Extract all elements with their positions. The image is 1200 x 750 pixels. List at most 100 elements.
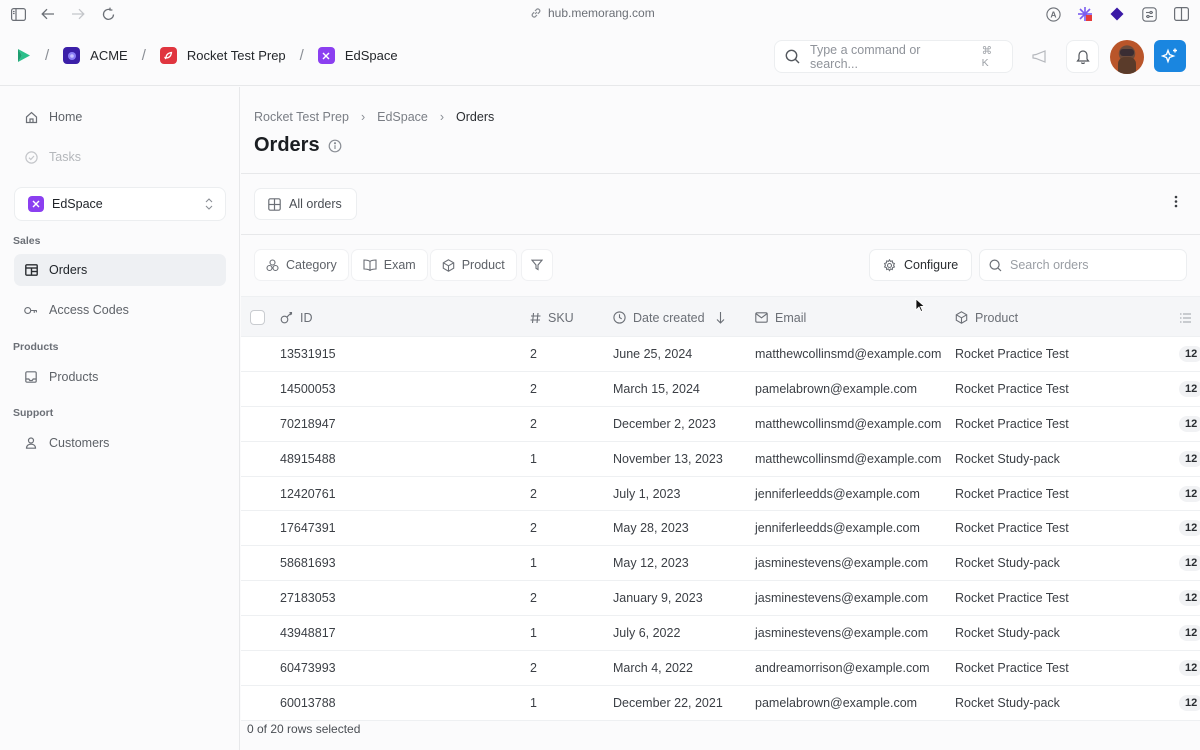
sidebar-item-products[interactable]: Products (14, 361, 226, 393)
column-header-product[interactable]: Product (955, 297, 1018, 338)
settings-extension-icon[interactable] (1140, 5, 1158, 23)
command-search[interactable]: Type a command or search... ⌘ K (774, 40, 1013, 73)
cell-id: 60013788 (280, 695, 336, 710)
cell-sku: 2 (530, 661, 537, 676)
column-header-email[interactable]: Email (755, 297, 806, 338)
cell-product: Rocket Practice Test (955, 521, 1069, 536)
filter-label: Exam (383, 258, 416, 272)
translate-extension-icon[interactable]: A (1044, 5, 1062, 23)
filter-category-button[interactable]: Category (254, 249, 349, 281)
workspace-selector[interactable]: EdSpace (14, 187, 226, 221)
cell-more: 12 (1179, 546, 1200, 580)
cell-sku: 2 (530, 486, 537, 501)
memorang-logo-icon[interactable] (17, 48, 31, 63)
sidebar-toggle-icon[interactable] (10, 6, 26, 22)
cell-sku: 2 (530, 521, 537, 536)
sidebar-item-tasks[interactable]: Tasks (14, 141, 226, 173)
column-header-sku[interactable]: SKU (530, 297, 574, 338)
book-open-icon (363, 259, 377, 271)
workspace-name: EdSpace (52, 197, 103, 211)
column-header-more[interactable] (1179, 297, 1192, 338)
split-view-icon[interactable] (1172, 5, 1190, 23)
burst-extension-icon[interactable] (1076, 5, 1094, 23)
configure-button[interactable]: Configure (869, 249, 973, 281)
cell-sku: 1 (530, 695, 537, 710)
info-icon[interactable] (328, 139, 342, 153)
breadcrumb-separator: / (141, 47, 146, 64)
back-arrow-icon[interactable] (40, 6, 56, 22)
column-header-id[interactable]: ID (280, 297, 313, 338)
table-row[interactable]: 14500053 2 March 15, 2024 pamelabrown@examp… (241, 371, 1200, 407)
count-badge: 12 (1179, 694, 1200, 711)
cell-id: 13531915 (280, 347, 336, 361)
filter-button[interactable] (520, 249, 553, 281)
reload-icon[interactable] (100, 6, 116, 22)
cell-sku: 1 (530, 451, 537, 466)
breadcrumb-edspace[interactable]: EdSpace (317, 47, 398, 64)
count-badge: 12 (1179, 590, 1200, 607)
more-options-icon[interactable] (1174, 195, 1178, 208)
table-row[interactable]: 60473993 2 March 4, 2022 andreamorrison@exa… (241, 651, 1200, 686)
table-row[interactable]: 12420761 2 July 1, 2023 jenniferleedds@exam… (241, 476, 1200, 512)
cell-sku: 2 (530, 347, 537, 361)
filter-exam-button[interactable]: Exam (350, 249, 428, 281)
table-row[interactable]: 43948817 1 July 6, 2022 jasminestevens@exam… (241, 616, 1200, 652)
table-row[interactable]: 27183053 2 January 9, 2023 jasminestevens@e… (241, 581, 1200, 617)
table-row[interactable]: 70218947 2 December 2, 2023 matthewcollinsm… (241, 406, 1200, 442)
cell-email: jasminestevens@example.com (755, 556, 929, 571)
table-row[interactable]: 17647391 2 May 28, 2023 jenniferleedds@exam… (241, 511, 1200, 547)
sidebar-item-label: Access Codes (49, 303, 129, 317)
cell-sku: 2 (530, 591, 537, 606)
cell-more: 12 (1179, 686, 1200, 720)
cell-date-created: December 2, 2023 (613, 416, 716, 431)
column-header-label: Date created (633, 310, 705, 325)
column-header-label: Email (775, 310, 807, 325)
view-tab-all-orders[interactable]: All orders (254, 188, 357, 220)
cell-date-created: March 4, 2022 (613, 661, 693, 676)
search-orders-input[interactable] (1010, 258, 1170, 272)
cell-email: jenniferleedds@example.com (755, 521, 920, 536)
forward-arrow-icon[interactable] (70, 6, 86, 22)
ai-assistant-button[interactable] (1154, 40, 1186, 72)
sort-descending-icon[interactable] (716, 311, 725, 324)
diamond-extension-icon[interactable] (1108, 5, 1126, 23)
cell-product: Rocket Practice Test (955, 661, 1069, 676)
column-header-date-created[interactable]: Date created (613, 297, 725, 338)
view-tab-label: All orders (289, 197, 342, 211)
sidebar-item-orders[interactable]: Orders (14, 254, 226, 286)
cell-email: jasminestevens@example.com (755, 626, 929, 641)
cell-product: Rocket Practice Test (955, 347, 1069, 361)
table-row[interactable]: 13531915 2 June 25, 2024 matthewcollinsmd@e… (241, 337, 1200, 372)
command-search-placeholder: Type a command or search... (810, 42, 921, 71)
cell-sku: 1 (530, 556, 537, 571)
table-row[interactable]: 58681693 1 May 12, 2023 jasminestevens@exam… (241, 546, 1200, 582)
announcements-button[interactable] (1023, 40, 1056, 73)
app-header: / ACME / Rocket Test Prep / EdSpace Type… (0, 28, 1200, 86)
divider (241, 234, 1200, 235)
column-header-label: SKU (548, 310, 574, 325)
url-text: hub.memorang.com (548, 6, 655, 20)
url-bar[interactable]: hub.memorang.com (530, 6, 655, 20)
cell-email: andreamorrison@example.com (755, 661, 930, 676)
breadcrumb-link[interactable]: EdSpace (377, 110, 428, 124)
search-orders-field[interactable] (979, 249, 1187, 281)
filter-bar: Category Exam Product (254, 249, 553, 281)
notifications-button[interactable] (1066, 40, 1099, 73)
table-row[interactable]: 48915488 1 November 13, 2023 matthewcollins… (241, 441, 1200, 477)
breadcrumb-link[interactable]: Rocket Test Prep (254, 110, 349, 124)
sidebar-item-home[interactable]: Home (14, 101, 226, 133)
keyboard-shortcut: ⌘ K (981, 44, 993, 69)
sidebar-item-access-codes[interactable]: Access Codes (14, 294, 226, 326)
breadcrumb-rocket-test-prep[interactable]: Rocket Test Prep (159, 47, 286, 64)
configure-label: Configure (904, 258, 959, 272)
package-icon (442, 258, 455, 272)
table-row[interactable]: 60013788 1 December 22, 2021 pamelabrown@ex… (241, 685, 1200, 721)
filter-product-button[interactable]: Product (429, 249, 517, 281)
edspace-logo-icon (28, 196, 44, 212)
breadcrumb-acme[interactable]: ACME (63, 47, 128, 64)
cell-more: 12 (1179, 442, 1200, 476)
select-all-checkbox[interactable] (250, 297, 265, 338)
user-avatar[interactable] (1110, 40, 1144, 74)
sidebar-item-customers[interactable]: Customers (14, 427, 226, 459)
breadcrumb-label: ACME (90, 48, 128, 63)
